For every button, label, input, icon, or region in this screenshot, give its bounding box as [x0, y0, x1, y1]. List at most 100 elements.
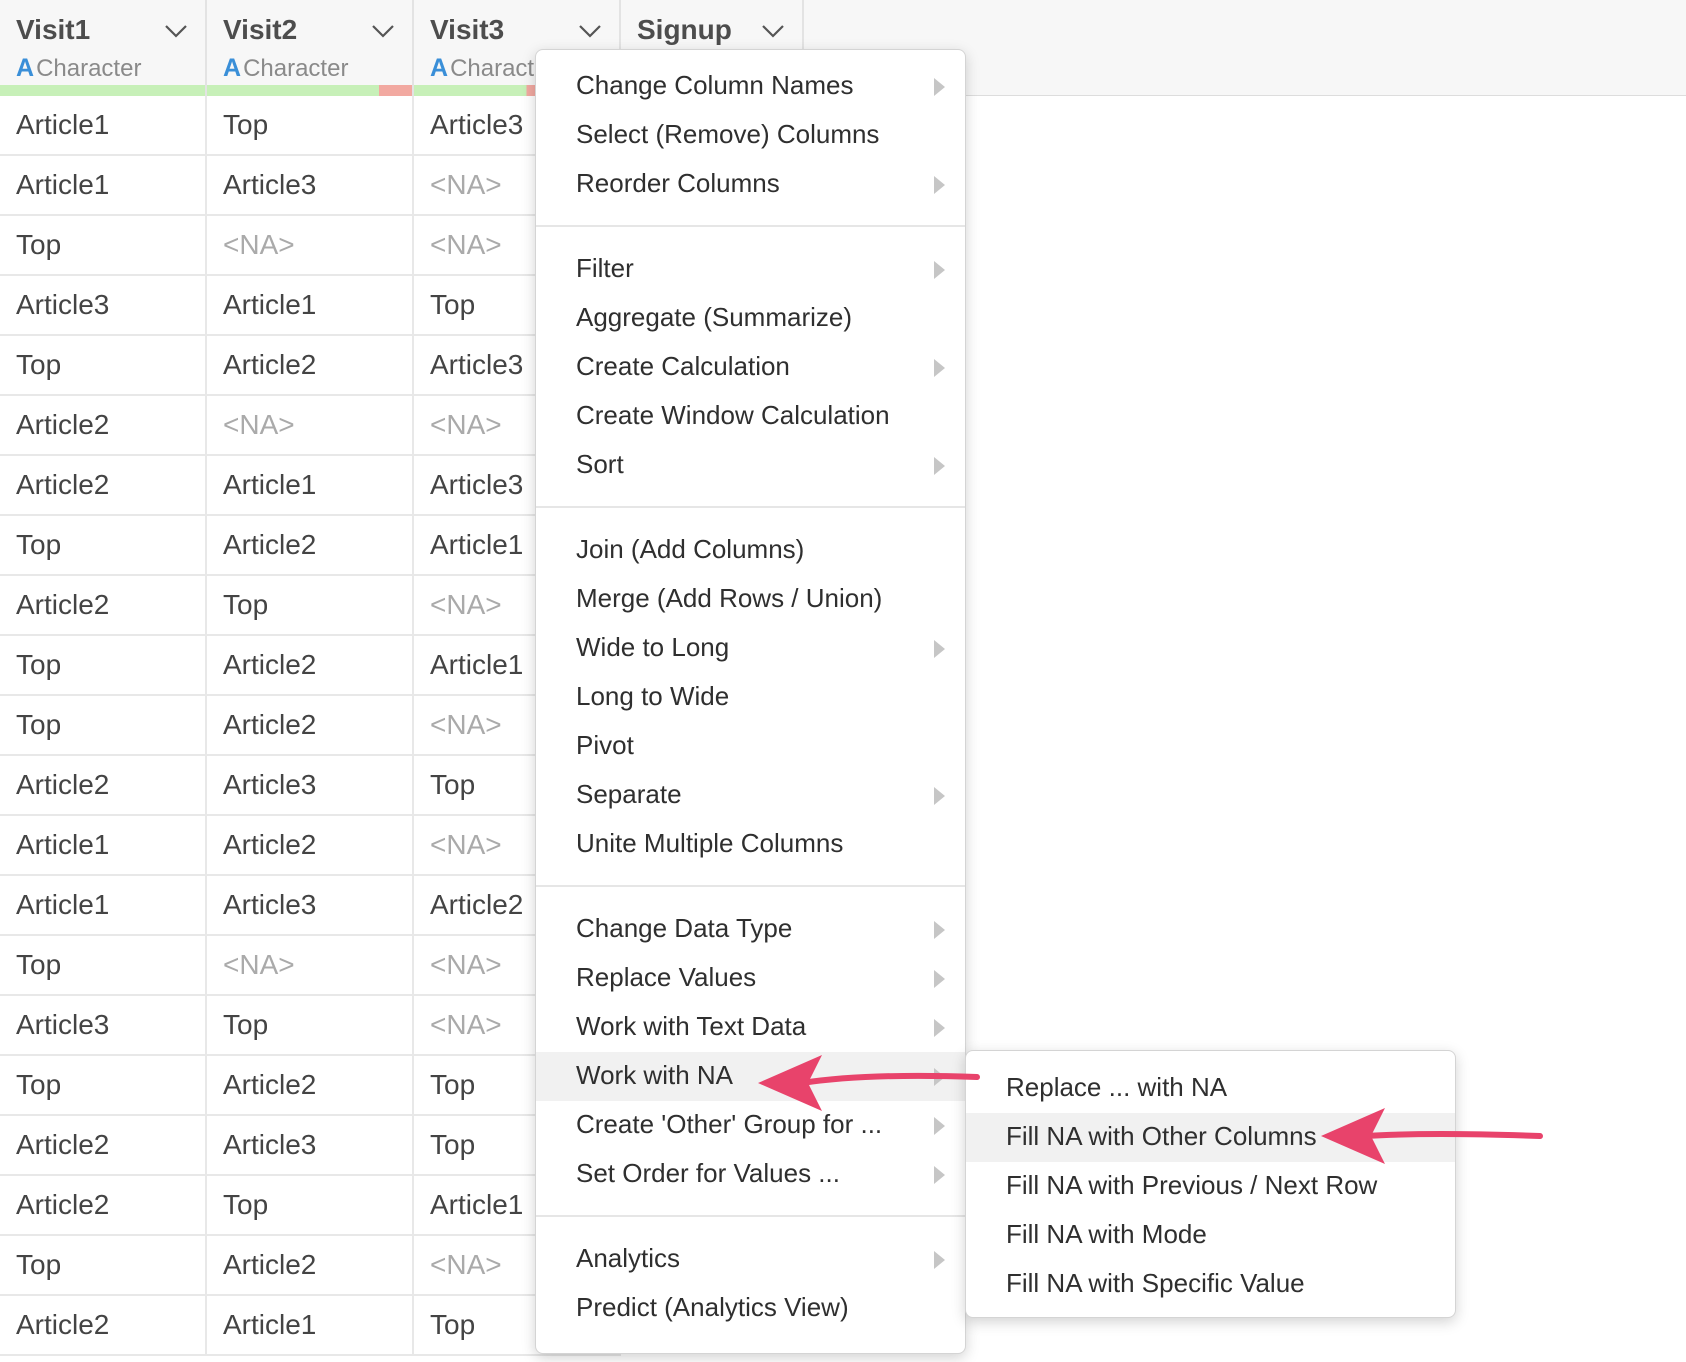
menu-item-merge-add-rows-union[interactable]: Merge (Add Rows / Union): [536, 575, 965, 624]
table-cell[interactable]: Article2: [207, 696, 414, 756]
menu-item-create-calculation[interactable]: Create Calculation: [536, 343, 965, 392]
table-cell[interactable]: Article3: [207, 756, 414, 816]
submenu-arrow-icon: [934, 921, 945, 939]
table-cell[interactable]: Article1: [0, 96, 207, 156]
submenu-arrow-icon: [934, 640, 945, 658]
chevron-down-icon[interactable]: [577, 22, 603, 40]
submenu-item-fill-na-with-previous-next-row[interactable]: Fill NA with Previous / Next Row: [966, 1162, 1455, 1211]
menu-item-label: Analytics: [576, 1243, 681, 1273]
submenu-arrow-icon: [934, 1251, 945, 1269]
table-cell[interactable]: Article2: [0, 396, 207, 456]
menu-item-long-to-wide[interactable]: Long to Wide: [536, 673, 965, 722]
table-cell[interactable]: Article1: [207, 276, 414, 336]
table-cell[interactable]: Article1: [0, 876, 207, 936]
menu-item-wide-to-long[interactable]: Wide to Long: [536, 624, 965, 673]
submenu-arrow-icon: [934, 1068, 945, 1086]
table-cell[interactable]: Article2: [207, 636, 414, 696]
table-cell[interactable]: Article2: [207, 1056, 414, 1116]
menu-item-create-window-calculation[interactable]: Create Window Calculation: [536, 392, 965, 441]
submenu-item-fill-na-with-mode[interactable]: Fill NA with Mode: [966, 1211, 1455, 1260]
table-cell[interactable]: Top: [207, 996, 414, 1056]
column-header-1[interactable]: Visit1 ACharacter: [0, 0, 207, 96]
menu-item-aggregate-summarize[interactable]: Aggregate (Summarize): [536, 294, 965, 343]
menu-item-replace-values[interactable]: Replace Values: [536, 954, 965, 1003]
table-cell[interactable]: <NA>: [207, 216, 414, 276]
table-cell[interactable]: Article1: [207, 1296, 414, 1356]
table-cell[interactable]: Top: [0, 696, 207, 756]
table-cell[interactable]: Article3: [0, 996, 207, 1056]
menu-item-sort[interactable]: Sort: [536, 441, 965, 490]
menu-item-join-add-columns[interactable]: Join (Add Columns): [536, 526, 965, 575]
table-cell[interactable]: Top: [0, 336, 207, 396]
table-cell[interactable]: Top: [0, 936, 207, 996]
table-cell[interactable]: Top: [0, 636, 207, 696]
menu-item-label: Join (Add Columns): [576, 534, 805, 564]
column-header-2[interactable]: Visit2 ACharacter: [207, 0, 414, 96]
submenu-arrow-icon: [934, 787, 945, 805]
table-cell[interactable]: Article2: [207, 816, 414, 876]
menu-item-label: Create 'Other' Group for ...: [576, 1109, 883, 1139]
menu-item-change-data-type[interactable]: Change Data Type: [536, 905, 965, 954]
menu-item-pivot[interactable]: Pivot: [536, 722, 965, 771]
menu-item-label: Wide to Long: [576, 632, 730, 662]
menu-item-label: Sort: [576, 449, 624, 479]
table-cell[interactable]: <NA>: [207, 396, 414, 456]
table-cell[interactable]: Article2: [207, 336, 414, 396]
menu-item-predict-analytics-view[interactable]: Predict (Analytics View): [536, 1284, 965, 1333]
character-type-icon: A: [16, 54, 35, 82]
menu-item-label: Replace Values: [576, 962, 757, 992]
table-cell[interactable]: Article2: [0, 456, 207, 516]
data-quality-bar: [0, 85, 205, 96]
table-cell[interactable]: Article2: [0, 1116, 207, 1176]
submenu-item-replace-with-na[interactable]: Replace ... with NA: [966, 1064, 1455, 1113]
table-cell[interactable]: Article1: [207, 456, 414, 516]
menu-item-work-with-text-data[interactable]: Work with Text Data: [536, 1003, 965, 1052]
chevron-down-icon[interactable]: [760, 22, 786, 40]
submenu-arrow-icon: [934, 176, 945, 194]
table-cell[interactable]: Article2: [207, 1236, 414, 1296]
table-cell[interactable]: Article3: [207, 876, 414, 936]
menu-item-unite-multiple-columns[interactable]: Unite Multiple Columns: [536, 820, 965, 869]
menu-item-label: Change Column Names: [576, 70, 854, 100]
table-cell[interactable]: Article3: [207, 1116, 414, 1176]
menu-item-label: Merge (Add Rows / Union): [576, 583, 883, 613]
table-cell[interactable]: Article3: [207, 156, 414, 216]
table-cell[interactable]: Article2: [0, 1296, 207, 1356]
table-cell[interactable]: Top: [0, 216, 207, 276]
menu-separator: [536, 225, 965, 227]
table-cell[interactable]: Article1: [0, 816, 207, 876]
menu-item-reorder-columns[interactable]: Reorder Columns: [536, 160, 965, 209]
menu-item-label: Reorder Columns: [576, 168, 780, 198]
data-quality-bar: [207, 85, 412, 96]
table-cell[interactable]: Top: [0, 1056, 207, 1116]
menu-item-separate[interactable]: Separate: [536, 771, 965, 820]
table-cell[interactable]: Article1: [0, 156, 207, 216]
table-cell[interactable]: Top: [0, 1236, 207, 1296]
table-cell[interactable]: Top: [207, 1176, 414, 1236]
menu-item-select-remove-columns[interactable]: Select (Remove) Columns: [536, 111, 965, 160]
menu-item-analytics[interactable]: Analytics: [536, 1235, 965, 1284]
submenu-item-fill-na-with-other-columns[interactable]: Fill NA with Other Columns: [966, 1113, 1455, 1162]
menu-item-work-with-na[interactable]: Work with NA: [536, 1052, 965, 1101]
table-cell[interactable]: Top: [207, 96, 414, 156]
chevron-down-icon[interactable]: [370, 22, 396, 40]
table-cell[interactable]: Top: [0, 516, 207, 576]
table-cell[interactable]: Top: [207, 576, 414, 636]
menu-item-change-column-names[interactable]: Change Column Names: [536, 62, 965, 111]
table-cell[interactable]: Article3: [0, 276, 207, 336]
submenu-item-label: Fill NA with Mode: [1006, 1219, 1207, 1249]
submenu-item-fill-na-with-specific-value[interactable]: Fill NA with Specific Value: [966, 1260, 1455, 1309]
table-cell[interactable]: Article2: [0, 1176, 207, 1236]
work-with-na-submenu: Replace ... with NA Fill NA with Other Co…: [965, 1050, 1456, 1318]
table-cell[interactable]: <NA>: [207, 936, 414, 996]
table-cell[interactable]: Article2: [0, 756, 207, 816]
table-cell[interactable]: Article2: [207, 516, 414, 576]
menu-item-filter[interactable]: Filter: [536, 245, 965, 294]
table-cell[interactable]: Article2: [0, 576, 207, 636]
submenu-arrow-icon: [934, 970, 945, 988]
menu-item-set-order-for-values[interactable]: Set Order for Values ...: [536, 1150, 965, 1199]
column-name: Visit2: [223, 14, 298, 45]
menu-item-label: Pivot: [576, 730, 634, 760]
menu-item-create-other-group-for[interactable]: Create 'Other' Group for ...: [536, 1101, 965, 1150]
chevron-down-icon[interactable]: [163, 22, 189, 40]
